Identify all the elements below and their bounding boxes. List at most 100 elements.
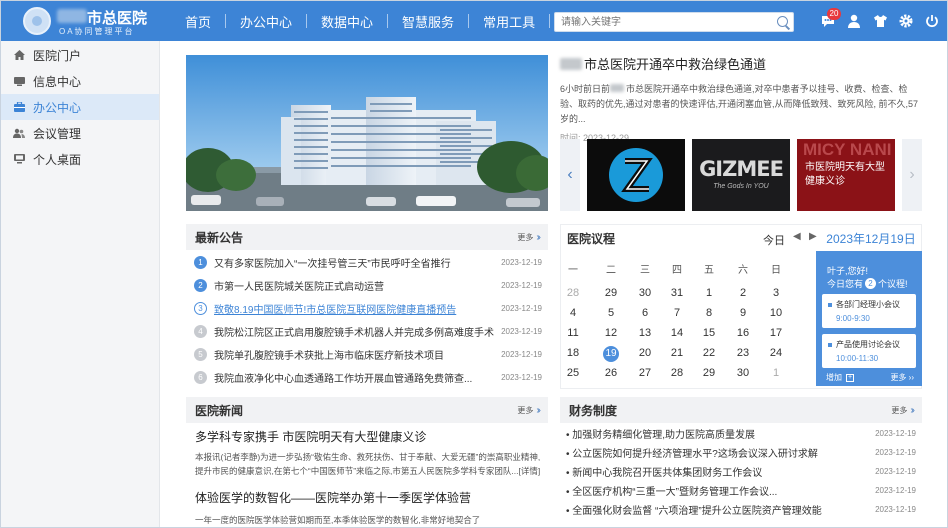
calendar-day[interactable]: 19 [595, 345, 627, 362]
calendar-day[interactable]: 2 [727, 285, 759, 301]
sidebar-item-info[interactable]: 信息中心 [1, 68, 159, 94]
news-panel: 医院新闻 更多 ›› 多学科专家携手 市医院明天有大型健康义诊 本报讯(记者李静)… [186, 397, 548, 527]
hospital-photo[interactable] [186, 55, 548, 211]
app-title: 市总医院 [87, 10, 148, 27]
calendar-day[interactable]: 15 [693, 325, 725, 341]
news-item[interactable]: 体验医学的数智化——医院举办第十一季医学体验营 一年一度的医院医学体验营如期而至… [195, 489, 541, 527]
finance-date: 2023-12-19 [875, 505, 916, 514]
calendar-day[interactable]: 21 [661, 345, 693, 361]
calendar-day[interactable]: 13 [629, 325, 661, 341]
nav-office[interactable]: 办公中心 [226, 12, 306, 31]
list-item[interactable]: • 全区医疗机构“三重一大”暨财务管理工作会议... 2023-12-19 [560, 481, 922, 500]
calendar-day[interactable]: 8 [693, 305, 725, 321]
more-link[interactable]: 更多 ›› [517, 405, 540, 416]
logo[interactable]: 市总医院 OA协同管理平台 [1, 1, 160, 41]
calendar-day[interactable]: 29 [595, 285, 627, 301]
carousel-tile[interactable]: MICY NANI 市医院明天有大型健康义诊 [797, 139, 895, 211]
calendar-day[interactable]: 1 [760, 365, 792, 381]
calendar-day[interactable]: 26 [595, 365, 627, 381]
carousel-tile[interactable]: GIZMEE The Gods In YOU [692, 139, 790, 211]
list-item[interactable]: 5 我院单孔腹腔镜手术获批上海市临床医疗新技术项目 2023-12-19 [186, 343, 548, 365]
calendar-day[interactable]: 10 [760, 305, 792, 321]
finance-text: • 公立医院如何提升经济管理水平?这场会议深入研讨求解 [566, 449, 818, 460]
calendar-day[interactable]: 28 [661, 365, 693, 381]
agenda-more-link[interactable]: 更多 ›› [890, 372, 914, 383]
calendar-day[interactable]: 14 [661, 325, 693, 341]
calendar-day[interactable]: 6 [629, 305, 661, 321]
list-item[interactable]: • 新闻中心我院召开医共体集团财务工作会议 2023-12-19 [560, 462, 922, 481]
calendar-day[interactable]: 22 [693, 345, 725, 361]
panel-title: 医院新闻 [195, 403, 244, 418]
list-item[interactable]: 6 我院血液净化中心血透通路工作坊开展血管通路免费筛查... 2023-12-19 [186, 366, 548, 388]
calendar-day[interactable]: 1 [693, 285, 725, 301]
search-box [554, 12, 794, 32]
calendar-day[interactable]: 16 [727, 325, 759, 341]
sidebar-item-portal[interactable]: 医院门户 [1, 42, 159, 68]
gear-icon [899, 14, 913, 28]
calendar-day[interactable]: 25 [557, 365, 589, 381]
rank-badge: 3 [194, 301, 207, 315]
nav-data[interactable]: 数据中心 [307, 12, 387, 31]
home-icon [13, 49, 25, 61]
agenda-card[interactable]: 各部门经理小会议 9:00-9:30 [822, 294, 916, 328]
message-button[interactable]: 20 [815, 1, 841, 41]
logout-button[interactable] [919, 1, 945, 41]
calendar-day[interactable]: 9 [727, 305, 759, 321]
list-item[interactable]: • 加强财务精细化管理,助力医院高质量发展 2023-12-19 [560, 424, 922, 443]
carousel-tagline: The Gods In YOU [713, 183, 769, 190]
calendar-day[interactable]: 3 [760, 285, 792, 301]
agenda-card[interactable]: 产品使用讨论会议 10:00-11:30 [822, 334, 916, 368]
carousel-next-button[interactable]: › [902, 139, 922, 211]
finance-text: • 全面强化财会监督 “六项治理”提升公立医院资产管理效能 [566, 506, 822, 517]
search-input[interactable] [555, 13, 765, 31]
nav-smart-service[interactable]: 智慧服务 [388, 12, 468, 31]
sidebar-item-desktop[interactable]: 个人桌面 [1, 146, 159, 172]
finance-text: • 全区医疗机构“三重一大”暨财务管理工作会议... [566, 487, 778, 498]
people-icon [13, 127, 25, 139]
calendar-day[interactable]: 31 [661, 285, 693, 301]
greeting: 叶子,您好! [827, 266, 869, 276]
user-button[interactable] [841, 1, 867, 41]
calendar-day[interactable]: 24 [760, 345, 792, 361]
calendar-day[interactable]: 12 [595, 325, 627, 341]
list-item[interactable]: 3 致敬8.19中国医师节!市总医院互联网医院健康直播预告 2023-12-19 [186, 297, 548, 319]
calendar-day[interactable]: 17 [760, 325, 792, 341]
nav-tools[interactable]: 常用工具 [469, 12, 549, 31]
news-item[interactable]: 多学科专家携手 市医院明天有大型健康义诊 本报讯(记者李静)为进一步弘扬“敬佑生… [195, 428, 541, 478]
list-item[interactable]: 4 我院松江院区正式启用腹腔镜手术机器人并完成多例高难度手术 2023-12-19 [186, 320, 548, 342]
add-agenda-button[interactable]: 增加 + [826, 372, 854, 383]
calendar-day[interactable]: 7 [661, 305, 693, 321]
headline-title[interactable]: 市总医院开通卒中救治绿色通道 [560, 54, 920, 73]
calendar-day[interactable]: 11 [557, 325, 589, 341]
finance-date: 2023-12-19 [875, 486, 916, 495]
carousel-prev-button[interactable]: ‹ [560, 139, 580, 211]
add-icon: + [846, 373, 854, 382]
calendar-day[interactable]: 20 [629, 345, 661, 361]
settings-button[interactable] [893, 1, 919, 41]
calendar-day[interactable]: 23 [727, 345, 759, 361]
next-month-icon[interactable]: ▶ [809, 231, 817, 242]
list-item[interactable]: • 全面强化财会监督 “六项治理”提升公立医院资产管理效能 2023-12-19 [560, 500, 922, 519]
calendar-day[interactable]: 30 [727, 365, 759, 381]
list-item[interactable]: 1 又有多家医院加入“一次挂号管三天”市民呼吁全省推行 2023-12-19 [186, 251, 548, 273]
calendar-day[interactable]: 27 [629, 365, 661, 381]
calendar-day[interactable]: 28 [557, 285, 589, 301]
sidebar-item-office[interactable]: 办公中心 [1, 94, 159, 120]
prev-month-icon[interactable]: ◀ [793, 231, 801, 242]
search-icon[interactable] [777, 16, 788, 27]
calendar-day[interactable]: 18 [557, 345, 589, 361]
nav-home[interactable]: 首页 [171, 12, 225, 31]
sidebar-item-meeting[interactable]: 会议管理 [1, 120, 159, 146]
list-item[interactable]: 2 市第一人民医院城关医院正式启动运营 2023-12-19 [186, 274, 548, 296]
today-button[interactable]: 今日 [763, 232, 785, 248]
skin-button[interactable] [867, 1, 893, 41]
calendar-day[interactable]: 4 [557, 305, 589, 321]
calendar-day[interactable]: 30 [629, 285, 661, 301]
calendar-day[interactable]: 5 [595, 305, 627, 321]
list-item[interactable]: • 公立医院如何提升经济管理水平?这场会议深入研讨求解 2023-12-19 [560, 443, 922, 462]
more-link[interactable]: 更多 ›› [891, 405, 914, 416]
more-link[interactable]: 更多 ›› [517, 232, 540, 243]
notice-text: 我院血液净化中心血透通路工作坊开展血管通路免费筛查... [214, 373, 473, 385]
calendar-day[interactable]: 29 [693, 365, 725, 381]
carousel-tile[interactable] [587, 139, 685, 211]
